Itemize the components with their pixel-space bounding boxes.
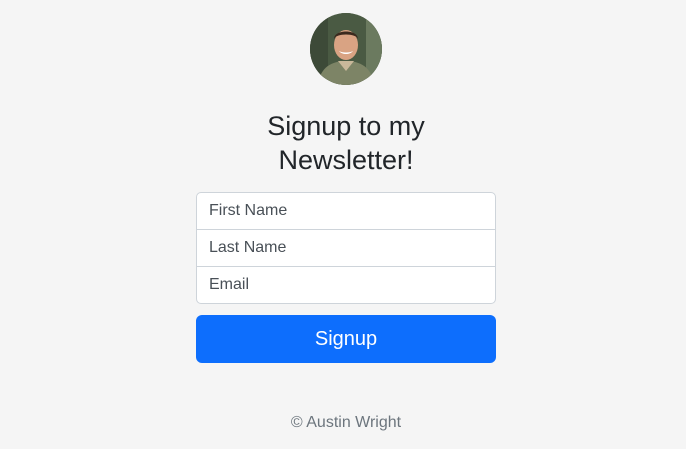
profile-photo-icon xyxy=(310,13,382,85)
newsletter-signup-form: Signup xyxy=(196,192,496,363)
title-line-2: Newsletter! xyxy=(278,145,414,175)
page-title: Signup to my Newsletter! xyxy=(196,109,496,177)
avatar xyxy=(310,13,382,85)
signup-button[interactable]: Signup xyxy=(196,315,496,363)
title-line-1: Signup to my xyxy=(267,111,425,141)
first-name-input[interactable] xyxy=(196,192,496,230)
email-input[interactable] xyxy=(196,266,496,304)
copyright-footer: © Austin Wright xyxy=(290,414,402,431)
signup-page: Signup to my Newsletter! Signup © Austin… xyxy=(0,0,686,449)
last-name-input[interactable] xyxy=(196,229,496,267)
